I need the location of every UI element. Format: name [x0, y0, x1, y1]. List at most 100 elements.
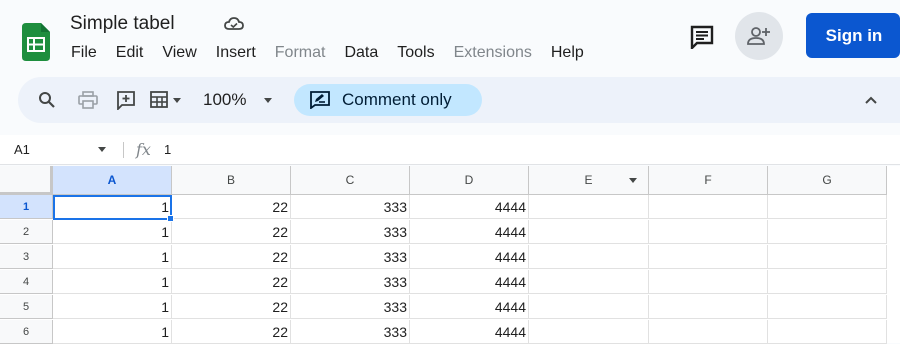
formula-input[interactable]: 1 — [164, 142, 171, 157]
app-header: Simple tabel File Edit View Insert Forma… — [0, 0, 900, 76]
cell-g4[interactable] — [768, 270, 887, 294]
chevron-down-icon — [264, 97, 273, 103]
menu-tools[interactable]: Tools — [397, 44, 434, 64]
fill-handle[interactable] — [167, 215, 174, 222]
cell-b1[interactable]: 22 — [172, 195, 291, 219]
menu-view[interactable]: View — [162, 44, 196, 64]
search-button[interactable] — [38, 77, 56, 123]
cell-c1[interactable]: 333 — [291, 195, 410, 219]
row-header[interactable]: 1 — [0, 195, 53, 219]
cell-c4[interactable]: 333 — [291, 270, 410, 294]
cell-a2[interactable]: 1 — [53, 220, 172, 244]
row-header[interactable]: 2 — [0, 220, 53, 244]
column-header-b[interactable]: B — [172, 166, 291, 195]
row-header[interactable]: 5 — [0, 295, 53, 319]
table-format-button[interactable] — [150, 77, 181, 123]
cell-f6[interactable] — [649, 320, 768, 344]
fx-icon: fx — [136, 140, 151, 159]
cell-a3[interactable]: 1 — [53, 245, 172, 269]
cell-d1[interactable]: 4444 — [410, 195, 529, 219]
cell-d2[interactable]: 4444 — [410, 220, 529, 244]
row-header[interactable]: 3 — [0, 245, 53, 269]
sign-in-button[interactable]: Sign in — [806, 13, 900, 58]
cell-e3[interactable] — [529, 245, 649, 269]
formula-divider — [123, 142, 124, 158]
cell-f4[interactable] — [649, 270, 768, 294]
hide-menus-button[interactable] — [864, 77, 878, 123]
comment-only-mode-button[interactable]: Comment only — [294, 84, 482, 116]
table-format-icon — [150, 91, 168, 108]
zoom-select[interactable]: 100% — [203, 77, 273, 123]
cell-c2[interactable]: 333 — [291, 220, 410, 244]
cell-f5[interactable] — [649, 295, 768, 319]
cell-a6[interactable]: 1 — [53, 320, 172, 344]
cloud-icon[interactable] — [223, 14, 245, 34]
cell-g2[interactable] — [768, 220, 887, 244]
cell-f1[interactable] — [649, 195, 768, 219]
comment-only-icon — [310, 91, 330, 109]
add-person-icon — [747, 27, 770, 45]
cell-a1[interactable]: 1 — [53, 195, 172, 219]
cell-b2[interactable]: 22 — [172, 220, 291, 244]
row-header[interactable]: 6 — [0, 320, 53, 344]
chevron-down-icon[interactable] — [98, 147, 106, 152]
cell-b6[interactable]: 22 — [172, 320, 291, 344]
column-header-g[interactable]: G — [768, 166, 887, 195]
column-header-a[interactable]: A — [53, 166, 172, 195]
cell-e5[interactable] — [529, 295, 649, 319]
cell-g6[interactable] — [768, 320, 887, 344]
cell-g1[interactable] — [768, 195, 887, 219]
cell-g3[interactable] — [768, 245, 887, 269]
menu-data[interactable]: Data — [344, 44, 378, 64]
cell-c5[interactable]: 333 — [291, 295, 410, 319]
cell-a5[interactable]: 1 — [53, 295, 172, 319]
name-box[interactable]: A1 — [14, 142, 30, 157]
comment-only-label: Comment only — [342, 90, 452, 109]
menu-extensions[interactable]: Extensions — [454, 44, 532, 64]
add-comment-button[interactable] — [116, 77, 136, 123]
sheets-logo-icon[interactable] — [22, 23, 50, 61]
cell-c3[interactable]: 333 — [291, 245, 410, 269]
cell-g5[interactable] — [768, 295, 887, 319]
cell-d5[interactable]: 4444 — [410, 295, 529, 319]
cell-f2[interactable] — [649, 220, 768, 244]
chevron-down-icon — [173, 97, 181, 103]
column-header-f[interactable]: F — [649, 166, 768, 195]
cell-d6[interactable]: 4444 — [410, 320, 529, 344]
cell-a4[interactable]: 1 — [53, 270, 172, 294]
cell-e6[interactable] — [529, 320, 649, 344]
comment-history-icon[interactable] — [689, 25, 715, 49]
add-comment-icon — [117, 91, 135, 110]
menu-edit[interactable]: Edit — [116, 44, 144, 64]
cell-d4[interactable]: 4444 — [410, 270, 529, 294]
print-button[interactable] — [78, 77, 98, 123]
menu-file[interactable]: File — [71, 44, 97, 64]
print-icon — [78, 91, 98, 109]
formula-bar: A1 fx 1 — [0, 135, 900, 165]
menu-insert[interactable]: Insert — [216, 44, 256, 64]
menu-bar: File Edit View Insert Format Data Tools … — [71, 44, 603, 64]
toolbar: 100% Comment only — [18, 77, 900, 123]
select-all-corner[interactable] — [0, 166, 53, 195]
column-header-c[interactable]: C — [291, 166, 410, 195]
cell-b3[interactable]: 22 — [172, 245, 291, 269]
column-menu-arrow-icon[interactable] — [629, 178, 637, 183]
cell-f3[interactable] — [649, 245, 768, 269]
cell-e4[interactable] — [529, 270, 649, 294]
cell-d3[interactable]: 4444 — [410, 245, 529, 269]
cell-c6[interactable]: 333 — [291, 320, 410, 344]
cell-e1[interactable] — [529, 195, 649, 219]
cell-e2[interactable] — [529, 220, 649, 244]
column-header-d[interactable]: D — [410, 166, 529, 195]
cell-b5[interactable]: 22 — [172, 295, 291, 319]
menu-help[interactable]: Help — [551, 44, 584, 64]
spreadsheet-grid: A B C D E F G 1 1 22 333 4444 2 1 22 333 4444 3 1 22 333 4444… — [0, 166, 900, 344]
document-title[interactable]: Simple tabel — [70, 13, 175, 35]
row-header[interactable]: 4 — [0, 270, 53, 294]
share-button[interactable] — [735, 12, 783, 60]
zoom-value: 100% — [203, 90, 247, 109]
menu-format[interactable]: Format — [275, 44, 326, 64]
search-icon — [39, 92, 55, 108]
cell-b4[interactable]: 22 — [172, 270, 291, 294]
chevron-up-icon — [865, 96, 877, 104]
